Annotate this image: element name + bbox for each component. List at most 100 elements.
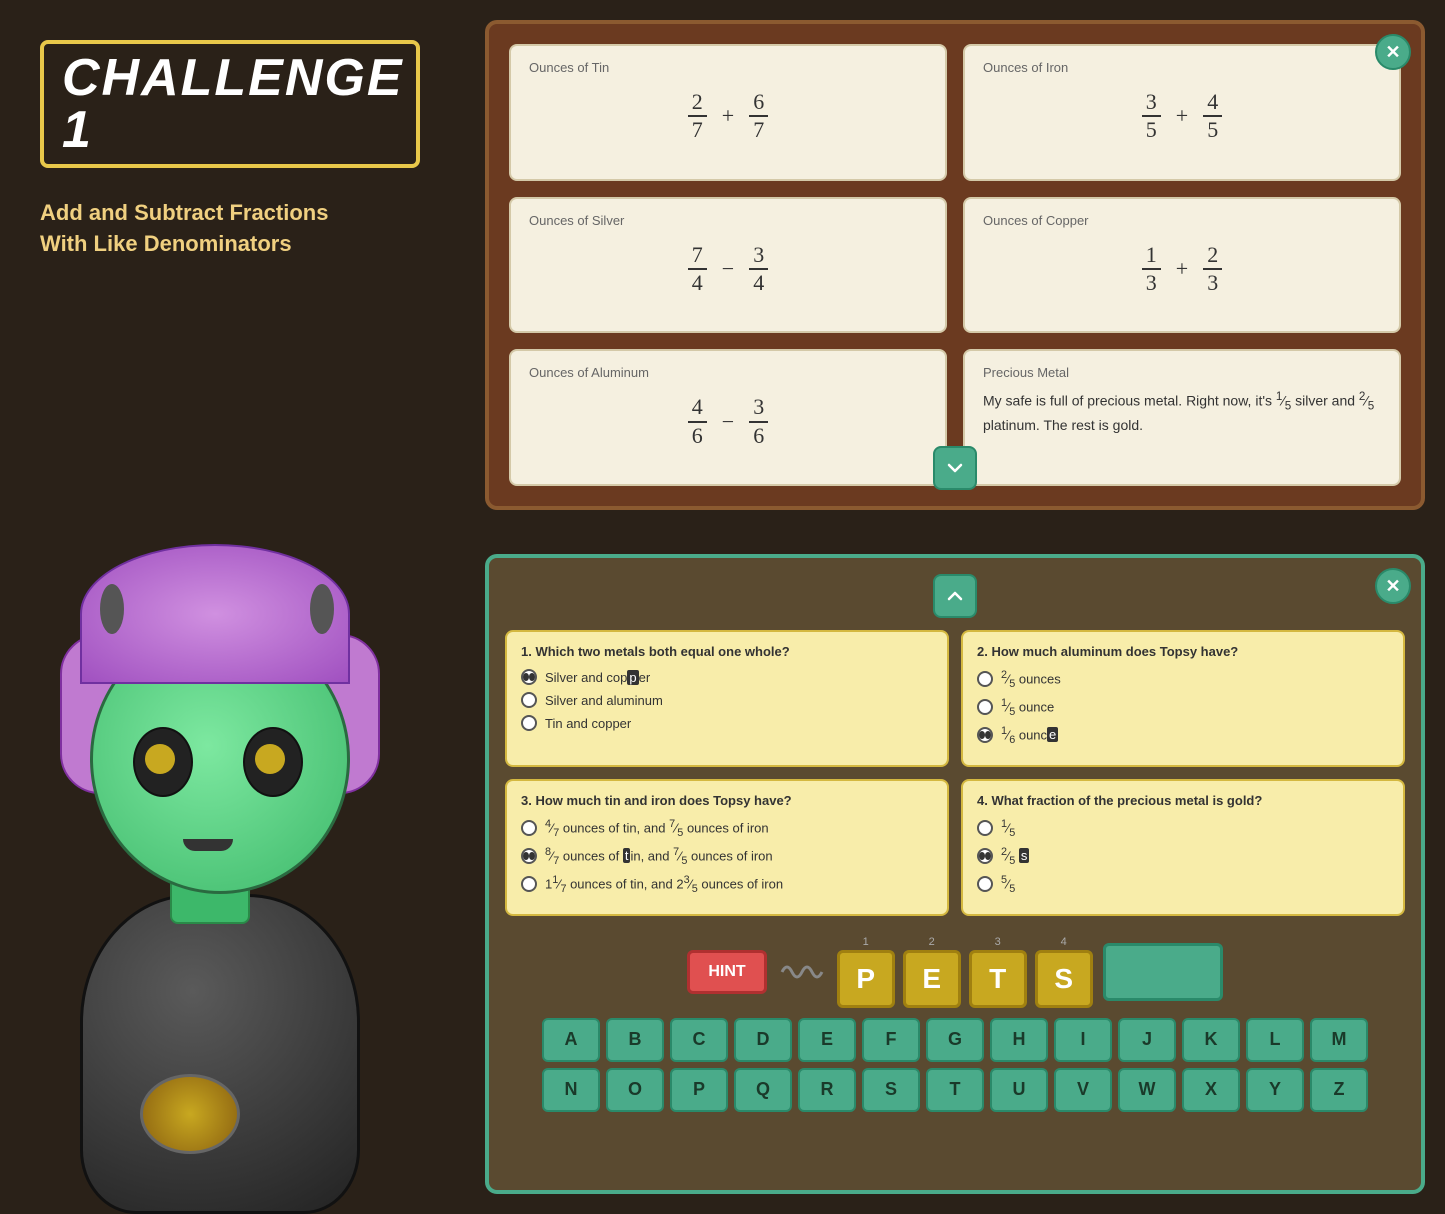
- key-K[interactable]: K: [1182, 1018, 1240, 1062]
- key-F[interactable]: F: [862, 1018, 920, 1062]
- precious-metal-card: Precious Metal My safe is full of precio…: [963, 349, 1401, 486]
- q2-radio-c[interactable]: [977, 727, 993, 743]
- key-V[interactable]: V: [1054, 1068, 1112, 1112]
- hint-button[interactable]: HINT: [687, 950, 766, 994]
- key-B[interactable]: B: [606, 1018, 664, 1062]
- iron-fraction: 35 + 45: [983, 83, 1381, 150]
- q3-radio-a[interactable]: [521, 820, 537, 836]
- challenge-subtitle: Add and Subtract Fractions With Like Den…: [40, 198, 420, 260]
- key-A[interactable]: A: [542, 1018, 600, 1062]
- q2-radio-b[interactable]: [977, 699, 993, 715]
- close-reading-button[interactable]: ✕: [1375, 34, 1411, 70]
- suit-detail: [140, 1074, 240, 1154]
- q1-option-b[interactable]: Silver and aluminum: [521, 692, 933, 708]
- q4-answer-b: 2⁄5 s: [1001, 846, 1029, 867]
- key-I[interactable]: I: [1054, 1018, 1112, 1062]
- q1-option-a[interactable]: Silver and copper: [521, 669, 933, 685]
- tin-card: Ounces of Tin 27 + 67: [509, 44, 947, 181]
- q3-answer-b: 8⁄7 ounces of tin, and 7⁄5 ounces of iro…: [545, 846, 773, 867]
- q1-option-c[interactable]: Tin and copper: [521, 715, 933, 731]
- letter-slot-t[interactable]: T: [969, 950, 1027, 1008]
- key-M[interactable]: M: [1310, 1018, 1368, 1062]
- letter-slots: 1 P 2 E 3 T 4 S: [837, 936, 1093, 1008]
- q2-answer-b: 1⁄5 ounce: [1001, 697, 1054, 718]
- quiz-panel: ✕ 1. Which two metals both equal one who…: [485, 554, 1425, 1194]
- slot-2: 2 E: [903, 936, 961, 1008]
- q3-option-a[interactable]: 4⁄7 ounces of tin, and 7⁄5 ounces of iro…: [521, 818, 933, 839]
- key-J[interactable]: J: [1118, 1018, 1176, 1062]
- key-Y[interactable]: Y: [1246, 1068, 1304, 1112]
- key-Z[interactable]: Z: [1310, 1068, 1368, 1112]
- letter-slot-p[interactable]: P: [837, 950, 895, 1008]
- key-P[interactable]: P: [670, 1068, 728, 1112]
- q1-radio-b[interactable]: [521, 692, 537, 708]
- key-H[interactable]: H: [990, 1018, 1048, 1062]
- q3-option-b[interactable]: 8⁄7 ounces of tin, and 7⁄5 ounces of iro…: [521, 846, 933, 867]
- subtitle-line2: With Like Denominators: [40, 231, 292, 256]
- tin-fraction: 27 + 67: [529, 83, 927, 150]
- q4-radio-b[interactable]: [977, 848, 993, 864]
- key-Q[interactable]: Q: [734, 1068, 792, 1112]
- q1-answer-a: Silver and copper: [545, 670, 650, 685]
- key-N[interactable]: N: [542, 1068, 600, 1112]
- q3-radio-b[interactable]: [521, 848, 537, 864]
- subtitle-line1: Add and Subtract Fractions: [40, 200, 328, 225]
- key-U[interactable]: U: [990, 1068, 1048, 1112]
- challenge-number: 1: [62, 101, 93, 159]
- iron-card: Ounces of Iron 35 + 45: [963, 44, 1401, 181]
- challenge-badge: CHALLENGE 1: [40, 40, 420, 168]
- silver-fraction: 74 − 34: [529, 236, 927, 303]
- q1-answer-b: Silver and aluminum: [545, 693, 663, 708]
- aluminum-fraction: 46 − 36: [529, 388, 927, 455]
- copper-card-title: Ounces of Copper: [983, 213, 1381, 228]
- q4-option-a[interactable]: 1⁄5: [977, 818, 1389, 839]
- left-panel: CHALLENGE 1 Add and Subtract Fractions W…: [0, 0, 460, 1214]
- q2-radio-a[interactable]: [977, 671, 993, 687]
- letter-slot-e[interactable]: E: [903, 950, 961, 1008]
- q2-option-c[interactable]: 1⁄6 ounce: [977, 725, 1389, 746]
- question-2-card: 2. How much aluminum does Topsy have? 2⁄…: [961, 630, 1405, 767]
- character-illustration: [0, 314, 460, 1214]
- key-O[interactable]: O: [606, 1068, 664, 1112]
- q4-option-c[interactable]: 5⁄5: [977, 874, 1389, 895]
- hair-tie-left: [100, 584, 124, 634]
- key-D[interactable]: D: [734, 1018, 792, 1062]
- letter-slot-s[interactable]: S: [1035, 950, 1093, 1008]
- q1-radio-c[interactable]: [521, 715, 537, 731]
- challenge-title: CHALLENGE 1: [62, 49, 404, 159]
- silver-card: Ounces of Silver 74 − 34: [509, 197, 947, 334]
- q2-option-b[interactable]: 1⁄5 ounce: [977, 697, 1389, 718]
- q3-option-c[interactable]: 11⁄7 ounces of tin, and 23⁄5 ounces of i…: [521, 874, 933, 895]
- key-L[interactable]: L: [1246, 1018, 1304, 1062]
- reading-panel: ✕ Ounces of Tin 27 + 67 Ounces of Iron 3…: [485, 20, 1425, 510]
- aluminum-card-title: Ounces of Aluminum: [529, 365, 927, 380]
- decoration-squiggle: [777, 952, 827, 992]
- scroll-down-button[interactable]: [933, 446, 977, 490]
- key-X[interactable]: X: [1182, 1068, 1240, 1112]
- q3-radio-c[interactable]: [521, 876, 537, 892]
- q4-radio-c[interactable]: [977, 876, 993, 892]
- key-G[interactable]: G: [926, 1018, 984, 1062]
- iron-card-title: Ounces of Iron: [983, 60, 1381, 75]
- key-T[interactable]: T: [926, 1068, 984, 1112]
- answer-input-box[interactable]: [1103, 943, 1223, 1001]
- q4-answer-c: 5⁄5: [1001, 874, 1015, 895]
- question-4-card: 4. What fraction of the precious metal i…: [961, 779, 1405, 916]
- copper-fraction: 13 + 23: [983, 236, 1381, 303]
- key-S[interactable]: S: [862, 1068, 920, 1112]
- question-1-title: 1. Which two metals both equal one whole…: [521, 644, 933, 659]
- copper-card: Ounces of Copper 13 + 23: [963, 197, 1401, 334]
- key-W[interactable]: W: [1118, 1068, 1176, 1112]
- q2-option-a[interactable]: 2⁄5 ounces: [977, 669, 1389, 690]
- key-R[interactable]: R: [798, 1068, 856, 1112]
- right-panel: ✕ Ounces of Tin 27 + 67 Ounces of Iron 3…: [465, 0, 1445, 1214]
- q4-option-b[interactable]: 2⁄5 s: [977, 846, 1389, 867]
- q4-answer-a: 1⁄5: [1001, 818, 1015, 839]
- q1-radio-a[interactable]: [521, 669, 537, 685]
- key-E[interactable]: E: [798, 1018, 856, 1062]
- close-quiz-button[interactable]: ✕: [1375, 568, 1411, 604]
- q4-radio-a[interactable]: [977, 820, 993, 836]
- precious-metal-text: My safe is full of precious metal. Right…: [983, 388, 1381, 436]
- key-C[interactable]: C: [670, 1018, 728, 1062]
- scroll-up-button[interactable]: [933, 574, 977, 618]
